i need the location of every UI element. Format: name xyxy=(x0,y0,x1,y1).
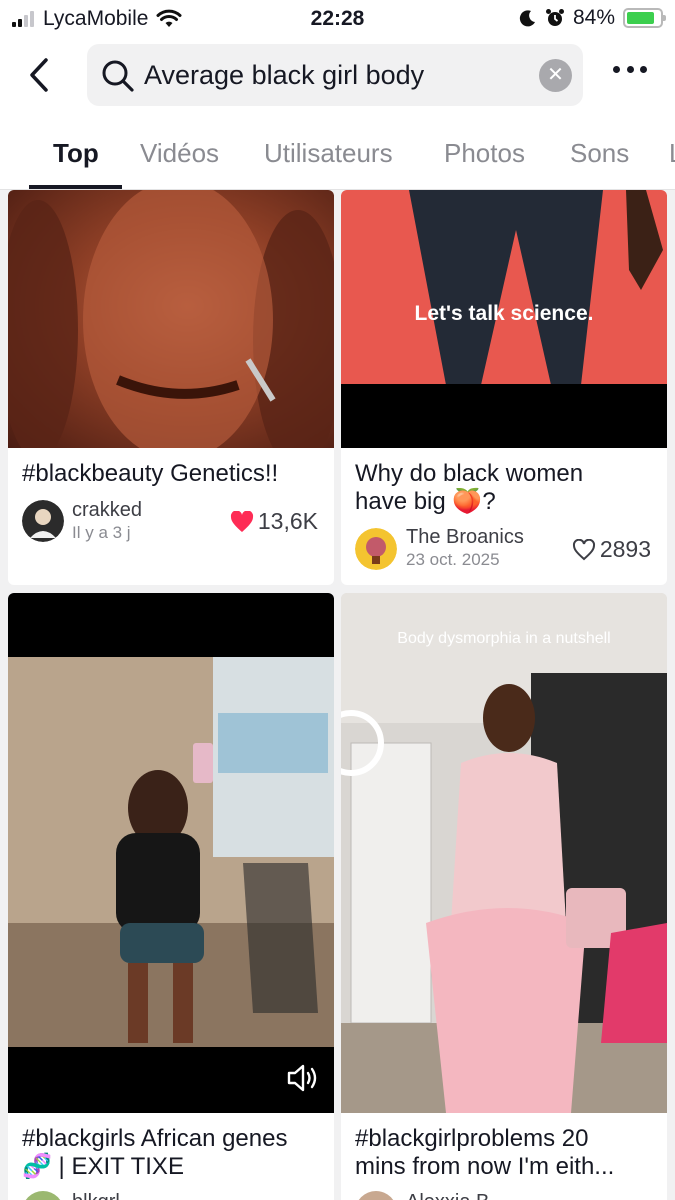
video-card[interactable]: Let's talk science. Why do black women h… xyxy=(341,190,667,585)
thumbnail-caption: Let's talk science. xyxy=(414,302,594,325)
battery-percent: 84% xyxy=(572,6,615,29)
back-arrow-icon[interactable] xyxy=(22,54,58,98)
avatar[interactable] xyxy=(355,528,397,570)
post-date: Il y a 3 j xyxy=(72,523,131,542)
search-icon xyxy=(102,60,134,92)
search-header: ✕ xyxy=(0,38,675,118)
battery-icon xyxy=(623,8,666,28)
video-title[interactable]: #blackbeauty Genetics!! xyxy=(22,460,278,488)
thumbnail-image xyxy=(8,657,334,1047)
post-date: 23 oct. 2025 xyxy=(406,550,500,569)
title-end: ? xyxy=(482,488,496,515)
title-line: have big xyxy=(355,488,446,515)
clear-icon[interactable]: ✕ xyxy=(539,59,572,92)
tab-users[interactable]: Utilisateurs xyxy=(264,138,393,169)
heart-outline-icon xyxy=(572,538,595,560)
search-tabs: Top Vidéos Utilisateurs Photos Sons L xyxy=(0,118,675,190)
avatar[interactable] xyxy=(22,500,64,542)
title-line: Why do black women xyxy=(355,460,584,487)
dna-emoji: 🧬 xyxy=(22,1153,52,1180)
alarm-icon xyxy=(545,9,564,26)
video-title[interactable]: Why do black women have big 🍑? xyxy=(355,460,583,516)
peach-emoji: 🍑 xyxy=(452,488,483,515)
tab-sounds[interactable]: Sons xyxy=(570,138,629,169)
more-options-icon[interactable] xyxy=(613,66,647,76)
heart-filled-icon xyxy=(230,510,253,532)
video-thumbnail[interactable] xyxy=(8,593,334,1113)
video-card[interactable]: Body dysmorphia in a nutshell #blackgirl… xyxy=(341,593,667,1200)
thumbnail-caption: Body dysmorphia in a nutshell xyxy=(397,630,611,647)
avatar[interactable] xyxy=(22,1191,64,1200)
video-title[interactable]: #blackgirlproblems 20 mins from now I'm … xyxy=(355,1125,614,1181)
status-right: 84% xyxy=(511,6,666,30)
like-count: 2893 xyxy=(572,536,651,563)
status-bar: LycaMobile 22:28 84% xyxy=(0,0,675,38)
avatar[interactable] xyxy=(355,1191,397,1200)
search-input[interactable] xyxy=(144,54,524,96)
moon-icon xyxy=(519,10,535,27)
author-name[interactable]: crakked xyxy=(72,499,142,522)
like-count-value: 2893 xyxy=(599,536,651,562)
search-bar[interactable]: ✕ xyxy=(87,44,583,106)
video-card[interactable]: #blackgirls African genes 🧬 | EXIT TIXE … xyxy=(8,593,334,1200)
tab-top[interactable]: Top xyxy=(53,138,99,169)
like-count-value: 13,6K xyxy=(257,508,318,534)
tab-videos[interactable]: Vidéos xyxy=(140,138,219,169)
video-title[interactable]: #blackgirls African genes 🧬 | EXIT TIXE xyxy=(22,1125,287,1181)
video-thumbnail[interactable] xyxy=(8,190,334,448)
author-name[interactable]: The Broanics xyxy=(406,526,524,549)
title-line: #blackgirls African genes xyxy=(22,1125,288,1152)
thumbnail-image xyxy=(341,593,667,1113)
thumbnail-image xyxy=(8,190,334,448)
title-line: | EXIT TIXE xyxy=(51,1153,184,1180)
author-name[interactable]: Alexxia B xyxy=(406,1191,489,1200)
title-line: mins from now I'm eith... xyxy=(355,1153,615,1180)
tab-photos[interactable]: Photos xyxy=(444,138,525,169)
video-card[interactable]: #blackbeauty Genetics!! crakked Il y a 3… xyxy=(8,190,334,585)
video-thumbnail[interactable]: Body dysmorphia in a nutshell xyxy=(341,593,667,1113)
like-count: 13,6K xyxy=(230,508,318,535)
video-thumbnail[interactable]: Let's talk science. xyxy=(341,190,667,448)
active-tab-indicator xyxy=(29,185,122,189)
author-name[interactable]: blkgrl xyxy=(72,1191,120,1200)
sound-icon[interactable] xyxy=(286,1063,320,1093)
title-line: #blackgirlproblems 20 xyxy=(355,1125,589,1152)
tab-more-clipped[interactable]: L xyxy=(669,138,675,169)
